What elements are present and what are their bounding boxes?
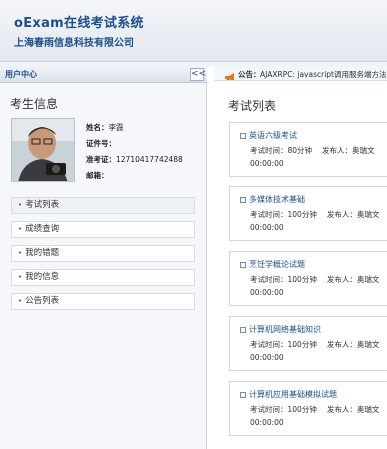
exam-card[interactable]: 多媒体技术基础 考试时间：100分钟 发布人：奥瑞文 00:00:00 [229, 186, 387, 241]
exam-meta: 考试时间：80分钟 发布人：奥瑞文 [250, 146, 375, 155]
bullet-icon: • [18, 225, 23, 233]
notice-text[interactable]: AJAXRPC: javascript调用服务端方法 [260, 69, 386, 80]
exam-meta: 考试时间：100分钟 发布人：奥瑞文 [250, 275, 380, 284]
sidebar-item-label: 考试列表 [25, 200, 60, 210]
exam-name-link[interactable]: 多媒体技术基础 [240, 194, 305, 205]
exam-start-time: 00:00:00 [250, 288, 284, 297]
sidebar-item-notices[interactable]: • 公告列表 [11, 293, 195, 310]
sidebar-item-label: 成绩查询 [25, 224, 60, 234]
sidebar-item-label: 我的信息 [25, 272, 60, 282]
bullet-icon: • [18, 201, 23, 209]
bullet-icon: • [18, 273, 23, 281]
expand-box-icon [240, 132, 246, 139]
sidebar-item-label: 我的错题 [25, 248, 60, 258]
sidebar-item-wrong-questions[interactable]: • 我的错题 [11, 245, 195, 262]
exam-start-time: 00:00:00 [250, 353, 284, 362]
profile-id-row: 证件号： [86, 138, 116, 149]
exam-name-link[interactable]: 计算机网络基础知识 [240, 324, 321, 335]
email-label: 邮箱： [86, 171, 109, 180]
exam-meta: 考试时间：100分钟 发布人：奥瑞文 [250, 210, 380, 219]
exam-name-link[interactable]: 烹饪学概论试题 [240, 259, 305, 270]
exam-card[interactable]: 烹饪学概论试题 考试时间：100分钟 发布人：奥瑞文 00:00:00 [229, 251, 387, 306]
exam-meta: 考试时间：100分钟 发布人：奥瑞文 [250, 405, 380, 414]
collapse-sidebar-button[interactable]: << [190, 68, 206, 81]
bullet-icon: • [18, 249, 23, 257]
profile-name-row: 姓名：李霞 [86, 122, 124, 133]
profile-section-title: 考生信息 [10, 97, 59, 111]
exam-start-time: 00:00:00 [250, 159, 284, 168]
id-label: 证件号： [86, 139, 116, 148]
avatar [11, 118, 75, 182]
exam-card[interactable]: 英语六级考试 考试时间：80分钟 发布人：奥瑞文 00:00:00 [229, 122, 387, 177]
app-header: oExam在线考试系统 上海春雨信息科技有限公司 [0, 0, 387, 62]
exam-start-time: 00:00:00 [250, 418, 284, 427]
profile-email-row: 邮箱： [86, 170, 109, 181]
sidebar: 用户中心 << 考生信息 姓名：李霞 证件号： 准考证：127104177424… [0, 67, 207, 449]
sidebar-header: 用户中心 << [0, 67, 207, 83]
expand-box-icon [240, 326, 246, 333]
exam-list-title: 考试列表 [228, 99, 277, 113]
name-value: 李霞 [108, 123, 124, 132]
exam-card[interactable]: 计算机网络基础知识 考试时间：100分钟 发布人：奥瑞文 00:00:00 [229, 316, 387, 371]
expand-box-icon [240, 391, 246, 398]
admission-label: 准考证： [86, 155, 116, 164]
sidebar-header-label: 用户中心 [5, 70, 37, 79]
megaphone-icon [224, 68, 236, 80]
notice-label: 公告： [238, 70, 261, 79]
company-name: 上海春雨信息科技有限公司 [14, 38, 134, 49]
sidebar-item-label: 公告列表 [25, 296, 60, 306]
expand-box-icon [240, 196, 246, 203]
notice-bar: 公告： AJAXRPC: javascript调用服务端方法 [214, 67, 387, 81]
exam-start-time: 00:00:00 [250, 223, 284, 232]
exam-card[interactable]: 计算机应用基础模拟试题 考试时间：100分钟 发布人：奥瑞文 00:00:00 [229, 381, 387, 436]
admission-value: 12710417742488 [116, 155, 183, 164]
profile-admission-row: 准考证：12710417742488 [86, 154, 183, 165]
sidebar-item-score-query[interactable]: • 成绩查询 [11, 221, 195, 238]
name-label: 姓名： [86, 123, 109, 132]
app-title: oExam在线考试系统 [14, 16, 144, 31]
exam-name-link[interactable]: 英语六级考试 [240, 130, 297, 141]
expand-box-icon [240, 261, 246, 268]
exam-meta: 考试时间：100分钟 发布人：奥瑞文 [250, 340, 380, 349]
sidebar-item-exam-list[interactable]: • 考试列表 [11, 197, 195, 214]
sidebar-item-my-info[interactable]: • 我的信息 [11, 269, 195, 286]
bullet-icon: • [18, 297, 23, 305]
avatar-photo-icon [12, 119, 74, 181]
exam-name-link[interactable]: 计算机应用基础模拟试题 [240, 389, 337, 400]
